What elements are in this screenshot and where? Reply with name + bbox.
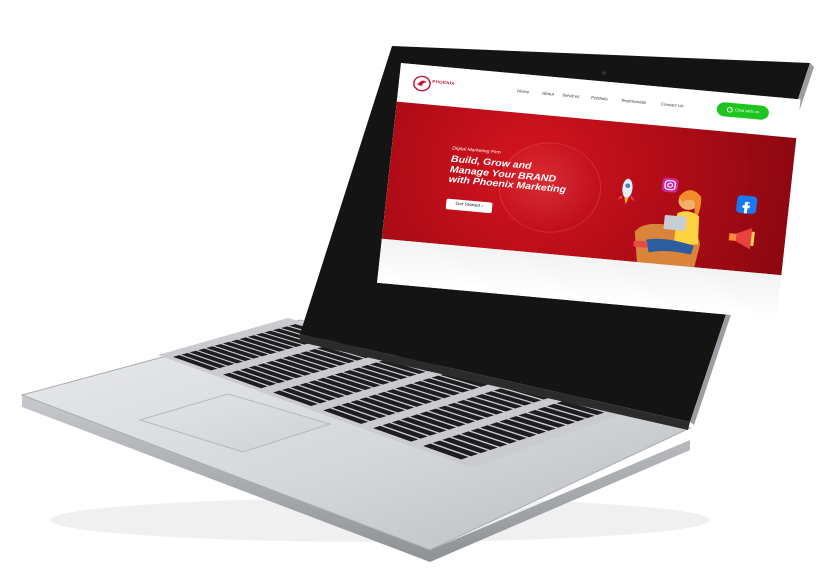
megaphone-icon [728,228,755,250]
nav-home[interactable]: Home [517,89,530,95]
phoenix-logo-icon[interactable] [412,75,432,92]
chat-with-us-button[interactable]: Chat with us [716,101,770,121]
facebook-icon [736,195,758,214]
nav-testimonials[interactable]: Testimonials [621,98,647,105]
woman-with-laptop-graphic [633,190,702,255]
get-started-button[interactable]: Get Started › [445,198,493,214]
nav-about[interactable]: About [542,91,554,96]
logo-text[interactable]: PHOENIX [432,79,455,85]
nav-contact-us[interactable]: Contact Us [661,102,684,108]
cta-label: Get Started [455,202,481,209]
webcam-icon [602,71,606,75]
whatsapp-icon [726,106,734,113]
arrow-right-icon: › [481,204,484,209]
website-screen: PHOENIX Home About Services Portfolio Te… [377,63,801,320]
nav-portfolio[interactable]: Portfolio [591,95,608,101]
nav-services[interactable]: Services [562,93,580,99]
rocket-icon [617,178,636,205]
chat-label: Chat with us [734,107,760,115]
instagram-icon [661,177,679,193]
